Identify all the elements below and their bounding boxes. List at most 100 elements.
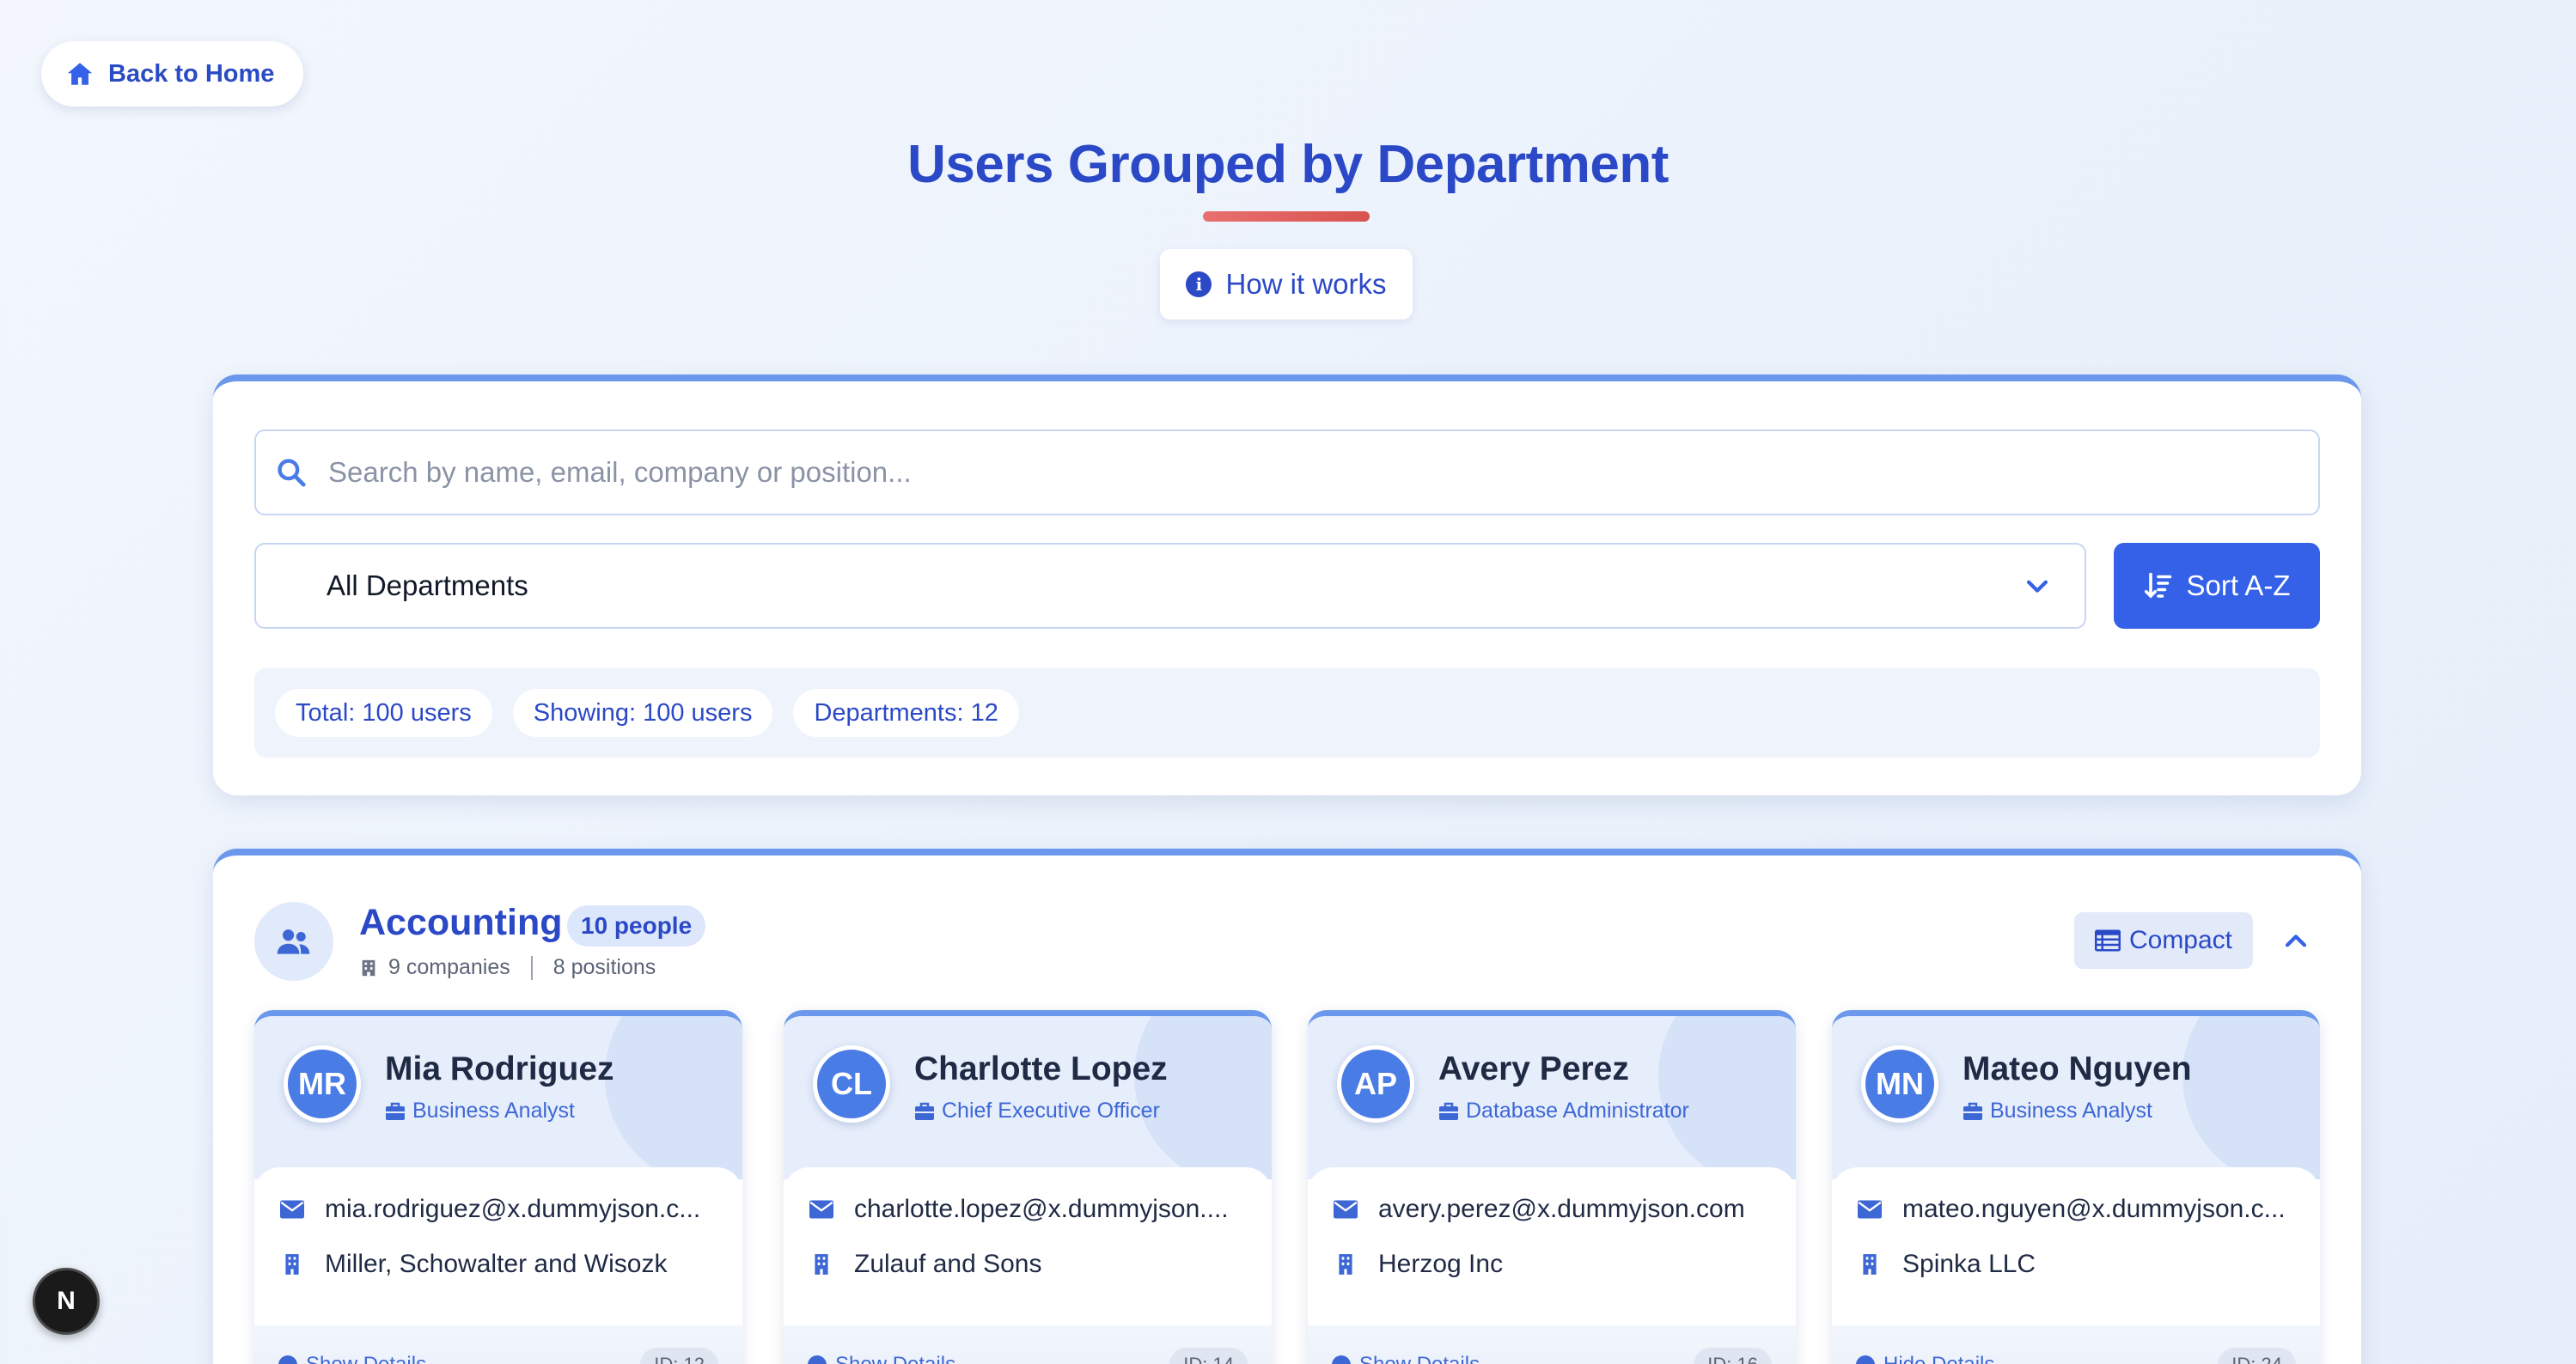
user-id-badge: ID: 14 [1169, 1348, 1248, 1364]
search-icon [278, 459, 306, 487]
title-underline [1203, 211, 1370, 222]
department-select[interactable]: All Departments [254, 543, 2086, 629]
how-it-works-button[interactable]: i How it works [1160, 249, 1413, 320]
envelope-icon [280, 1200, 304, 1219]
briefcase-icon [915, 1102, 934, 1120]
page-title: Users Grouped by Department [907, 135, 1669, 194]
envelope-icon [1858, 1200, 1882, 1219]
meta-divider [530, 955, 533, 980]
list-icon [2094, 929, 2121, 952]
user-card[interactable]: AP Avery Perez Database Administrator av… [1308, 1010, 1796, 1364]
show-details-button[interactable]: Show Details [1332, 1353, 1480, 1364]
avatar: MR [284, 1045, 361, 1123]
user-company-row: Miller, Schowalter and Wisozk [280, 1250, 727, 1279]
briefcase-icon [1439, 1102, 1458, 1120]
building-icon [1339, 1254, 1352, 1275]
decorative-blob [2182, 1016, 2320, 1179]
back-to-home-label: Back to Home [108, 59, 275, 88]
user-name: Avery Perez [1438, 1050, 1629, 1087]
decorative-blob [1658, 1016, 1796, 1179]
department-meta: 9 companies 8 positions [359, 955, 656, 980]
details-label: Show Details [1359, 1353, 1480, 1364]
compact-view-button[interactable]: Compact [2074, 912, 2253, 969]
users-icon [254, 902, 333, 981]
card-footer: Show Details ID: 16 [1308, 1325, 1796, 1364]
user-email-row: mateo.nguyen@x.dummyjson.c... [1858, 1195, 2304, 1224]
show-details-button[interactable]: Show Details [278, 1353, 426, 1364]
chevron-icon [278, 1355, 297, 1364]
card-footer: Show Details ID: 14 [784, 1325, 1272, 1364]
user-name: Mia Rodriguez [385, 1050, 614, 1087]
chevron-icon [808, 1355, 827, 1364]
user-name: Charlotte Lopez [914, 1050, 1168, 1087]
details-label: Show Details [835, 1353, 955, 1364]
details-label: Hide Details [1883, 1353, 1994, 1364]
details-label: Show Details [306, 1353, 426, 1364]
show-details-button[interactable]: Show Details [808, 1353, 955, 1364]
user-id-badge: ID: 16 [1694, 1348, 1772, 1364]
stat-total: Total: 100 users [275, 689, 492, 737]
decorative-blob [605, 1016, 742, 1179]
envelope-icon [1334, 1200, 1358, 1219]
chevron-icon [1332, 1355, 1351, 1364]
chevron-icon [1856, 1355, 1875, 1364]
back-to-home-button[interactable]: Back to Home [41, 41, 304, 107]
building-icon [362, 959, 375, 976]
user-email: avery.perez@x.dummyjson.com [1378, 1195, 1745, 1223]
department-name: Accounting [359, 902, 563, 943]
sort-az-label: Sort A-Z [2186, 569, 2291, 601]
department-section: Accounting 10 people 9 companies 8 posit… [213, 849, 2361, 1364]
home-icon [67, 63, 93, 85]
user-role: Chief Executive Officer [914, 1099, 1160, 1123]
nextjs-dev-indicator[interactable]: N [33, 1268, 100, 1335]
hide-details-button[interactable]: Hide Details [1856, 1353, 1994, 1364]
user-email: mateo.nguyen@x.dummyjson.c... [1902, 1195, 2286, 1223]
building-icon [815, 1254, 828, 1275]
avatar: CL [813, 1045, 890, 1123]
user-email: mia.rodriguez@x.dummyjson.c... [325, 1195, 701, 1223]
sort-az-button[interactable]: Sort A-Z [2114, 543, 2320, 629]
briefcase-icon [386, 1102, 405, 1120]
user-card[interactable]: MR Mia Rodriguez Business Analyst mia.ro… [254, 1010, 742, 1364]
user-card[interactable]: CL Charlotte Lopez Chief Executive Offic… [784, 1010, 1272, 1364]
user-role-label: Business Analyst [1990, 1099, 2152, 1123]
info-icon: i [1186, 271, 1212, 297]
search-input[interactable] [328, 456, 2219, 489]
user-company-row: Zulauf and Sons [809, 1250, 1256, 1279]
user-email: charlotte.lopez@x.dummyjson.... [854, 1195, 1229, 1223]
card-body: mateo.nguyen@x.dummyjson.c... Spinka LLC… [1832, 1167, 2320, 1364]
card-header: MN Mateo Nguyen Business Analyst [1832, 1016, 2320, 1179]
card-header: AP Avery Perez Database Administrator [1308, 1016, 1796, 1179]
department-positions: 8 positions [552, 955, 656, 979]
user-role-label: Chief Executive Officer [942, 1099, 1160, 1123]
user-name: Mateo Nguyen [1963, 1050, 2192, 1087]
department-count-badge: 10 people [567, 905, 706, 947]
how-it-works-label: How it works [1225, 268, 1387, 300]
user-role-label: Business Analyst [412, 1099, 575, 1123]
stats-bar: Total: 100 users Showing: 100 users Depa… [254, 668, 2320, 758]
user-role: Business Analyst [1963, 1099, 2152, 1123]
decorative-blob [1134, 1016, 1272, 1179]
user-id-badge: ID: 12 [640, 1348, 718, 1364]
user-id-badge: ID: 24 [2218, 1348, 2296, 1364]
user-company: Spinka LLC [1902, 1250, 2036, 1278]
department-companies: 9 companies [388, 955, 510, 979]
user-company: Herzog Inc [1378, 1250, 1504, 1278]
briefcase-icon [1963, 1102, 1982, 1120]
search-box [254, 429, 2320, 515]
envelope-icon [809, 1200, 833, 1219]
user-role: Database Administrator [1438, 1099, 1689, 1123]
chevron-down-icon [2026, 580, 2048, 593]
department-select-value: All Departments [327, 569, 528, 601]
card-footer: Hide Details ID: 24 [1832, 1325, 2320, 1364]
user-company: Zulauf and Sons [854, 1250, 1042, 1278]
stat-showing: Showing: 100 users [512, 689, 773, 737]
card-body: avery.perez@x.dummyjson.com Herzog Inc S… [1308, 1167, 1796, 1364]
avatar: AP [1337, 1045, 1414, 1123]
user-role: Business Analyst [385, 1099, 575, 1123]
user-card[interactable]: MN Mateo Nguyen Business Analyst mateo.n… [1832, 1010, 2320, 1364]
card-header: CL Charlotte Lopez Chief Executive Offic… [784, 1016, 1272, 1179]
user-company-row: Herzog Inc [1334, 1250, 1780, 1279]
user-email-row: avery.perez@x.dummyjson.com [1334, 1195, 1780, 1224]
collapse-toggle[interactable] [2275, 921, 2317, 962]
